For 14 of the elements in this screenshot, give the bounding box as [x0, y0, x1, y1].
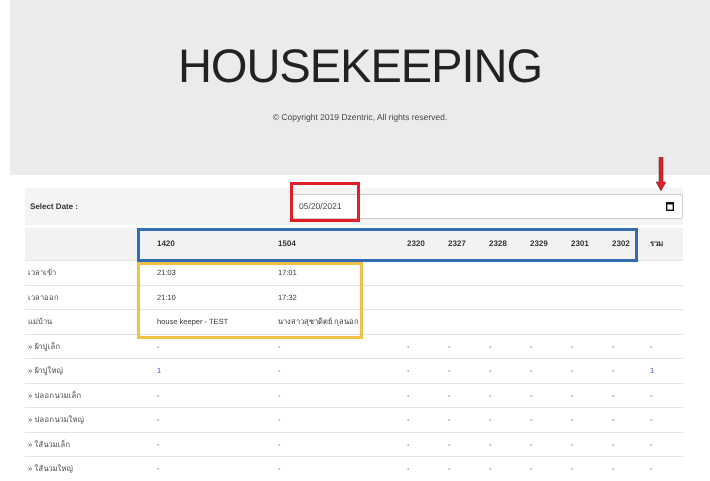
date-field[interactable]: 05/20/2021: [290, 194, 683, 219]
column-header: 2301: [571, 238, 589, 250]
column-header: 2320: [407, 238, 425, 250]
column-header: รวม: [650, 238, 663, 250]
page-title: HOUSEKEEPING: [178, 42, 542, 89]
calendar-icon[interactable]: [666, 202, 674, 211]
column-header: 2327: [448, 238, 466, 250]
column-header: 2328: [489, 238, 507, 250]
copyright-text: © Copyright 2019 Dzentric, All rights reserved.: [272, 111, 448, 124]
column-header: 1504: [278, 238, 296, 250]
column-header: 2302: [612, 238, 630, 250]
column-header: 1420: [157, 238, 175, 250]
column-header: 2329: [530, 238, 548, 250]
date-label: Select Date :: [29, 200, 80, 212]
